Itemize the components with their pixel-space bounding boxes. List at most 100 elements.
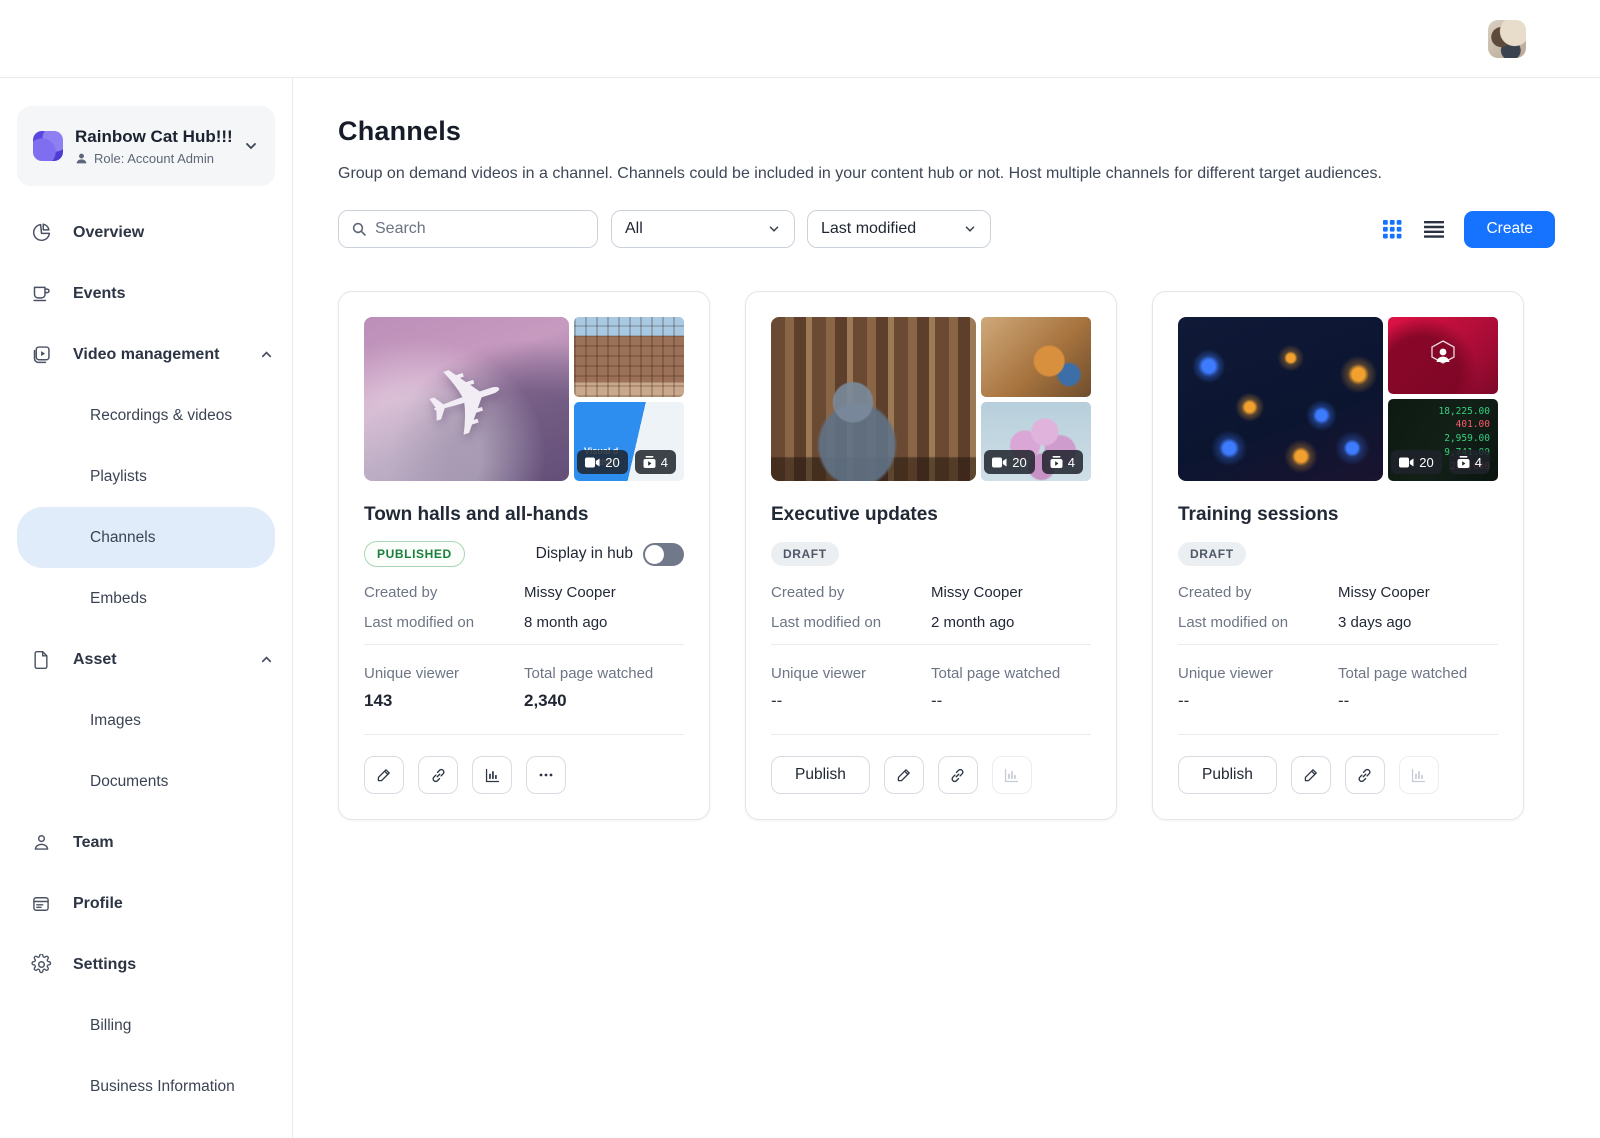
copy-link-button[interactable] [418, 756, 458, 794]
unique-viewer-label: Unique viewer [364, 665, 460, 682]
channel-card: 18,225.00 401.00 2,959.00 9,741.00 233,6… [1152, 291, 1524, 820]
channel-thumbnail[interactable]: 18,225.00 401.00 2,959.00 9,741.00 233,6… [1178, 317, 1498, 481]
list-view-icon [1424, 221, 1445, 238]
grid-view-icon [1383, 219, 1402, 238]
thumbnail-image-main: ✈ [364, 317, 569, 481]
sidebar-item-overview[interactable]: Overview [0, 202, 292, 263]
analytics-icon [485, 768, 499, 782]
total-watched-label: Total page watched [524, 665, 654, 682]
search-box [338, 210, 598, 248]
channel-thumbnail[interactable]: ✈ Visual d for the b 20 [364, 317, 684, 481]
search-input[interactable] [375, 220, 585, 238]
sidebar: Rainbow Cat Hub!!! Role: Account Admin O… [0, 78, 293, 1138]
grid-view-button[interactable] [1381, 218, 1404, 241]
playlist-icon [1457, 456, 1470, 468]
modified-label: Last modified on [364, 614, 475, 631]
divider [771, 734, 1091, 735]
sidebar-item-embeds[interactable]: Embeds [17, 568, 275, 629]
sidebar-item-business-information[interactable]: Business Information [17, 1056, 275, 1117]
sidebar-item-billing[interactable]: Billing [17, 995, 275, 1056]
edit-icon [897, 769, 910, 782]
created-by-label: Created by [771, 584, 845, 601]
events-icon [30, 283, 52, 305]
unique-viewer-value: -- [771, 691, 783, 710]
video-count-badge: 20 [577, 450, 628, 474]
divider [364, 734, 684, 735]
video-count-badge: 20 [1391, 450, 1442, 474]
display-in-hub-label: Display in hub [535, 545, 633, 562]
created-by-value: Missy Cooper [931, 584, 1023, 601]
chevron-down-icon [963, 222, 977, 236]
airplane-image: ✈ [411, 338, 522, 466]
channel-card: 20 4 Executive updates DRAFT Created by M… [745, 291, 1117, 820]
chevron-up-icon [261, 656, 272, 663]
link-icon [951, 768, 964, 782]
modified-value: 2 month ago [931, 614, 1015, 631]
sidebar-item-video-management[interactable]: Video management [0, 324, 292, 385]
edit-icon [377, 769, 390, 782]
total-watched-value: -- [1338, 691, 1350, 710]
sort-select[interactable]: Last modified [807, 210, 991, 248]
camera-icon [585, 457, 600, 467]
playlist-icon [643, 456, 656, 468]
sidebar-item-recordings-videos[interactable]: Recordings & videos [17, 385, 275, 446]
type-filter-select[interactable]: All [611, 210, 795, 248]
profile-card-icon [30, 893, 52, 915]
edit-button[interactable] [1290, 756, 1331, 794]
list-view-button[interactable] [1422, 218, 1446, 240]
analytics-icon [1412, 768, 1426, 782]
analytics-button [991, 756, 1032, 794]
sidebar-item-asset[interactable]: Asset [0, 629, 292, 690]
status-badge: PUBLISHED [364, 541, 465, 567]
modified-value: 3 days ago [1338, 614, 1412, 631]
team-icon [30, 832, 52, 854]
camera-icon [992, 457, 1007, 467]
sidebar-item-channels[interactable]: Channels [17, 507, 275, 568]
display-in-hub-toggle[interactable] [643, 542, 684, 566]
sidebar-item-events[interactable]: Events [0, 263, 292, 324]
channel-title: Executive updates [771, 504, 938, 525]
publish-button[interactable]: Publish [1178, 756, 1277, 794]
person-icon [76, 153, 87, 163]
unique-viewer-label: Unique viewer [1178, 665, 1274, 682]
gear-icon [30, 954, 52, 976]
thumbnail-image-top [1388, 317, 1498, 394]
publish-button[interactable]: Publish [771, 756, 870, 794]
chevron-up-icon [261, 351, 272, 358]
chevron-down-icon [246, 143, 256, 150]
sidebar-item-profile[interactable]: Profile [0, 873, 292, 934]
more-button[interactable] [526, 756, 566, 794]
sidebar-item-team[interactable]: Team [0, 812, 292, 873]
channel-title: Town halls and all-hands [364, 504, 589, 525]
top-bar [0, 0, 1600, 78]
edit-button[interactable] [364, 756, 404, 794]
sidebar-item-settings[interactable]: Settings [0, 934, 292, 995]
analytics-button[interactable] [472, 756, 512, 794]
analytics-button [1398, 756, 1439, 794]
more-icon [539, 773, 553, 777]
copy-link-button[interactable] [1344, 756, 1385, 794]
sidebar-item-playlists[interactable]: Playlists [17, 446, 275, 507]
unique-viewer-label: Unique viewer [771, 665, 867, 682]
edit-button[interactable] [883, 756, 924, 794]
created-by-value: Missy Cooper [524, 584, 616, 601]
user-avatar[interactable] [1488, 19, 1526, 58]
copy-link-button[interactable] [937, 756, 978, 794]
sidebar-item-images[interactable]: Images [17, 690, 275, 751]
modified-value: 8 month ago [524, 614, 608, 631]
sidebar-item-documents[interactable]: Documents [17, 751, 275, 812]
playlist-count-badge: 4 [634, 450, 676, 474]
create-button[interactable]: Create [1464, 210, 1555, 248]
edit-icon [1304, 769, 1317, 782]
thumbnail-image-top [981, 317, 1091, 397]
total-watched-label: Total page watched [931, 665, 1061, 682]
status-badge: DRAFT [771, 542, 839, 566]
channel-title: Training sessions [1178, 504, 1339, 525]
channel-thumbnail[interactable]: 20 4 [771, 317, 1091, 481]
page-description: Group on demand videos in a channel. Cha… [338, 165, 1382, 182]
workspace-selector[interactable]: Rainbow Cat Hub!!! Role: Account Admin [17, 106, 275, 186]
unique-viewer-value: 143 [364, 691, 393, 710]
video-management-icon [30, 344, 52, 366]
modified-label: Last modified on [1178, 614, 1289, 631]
divider [771, 644, 1091, 645]
